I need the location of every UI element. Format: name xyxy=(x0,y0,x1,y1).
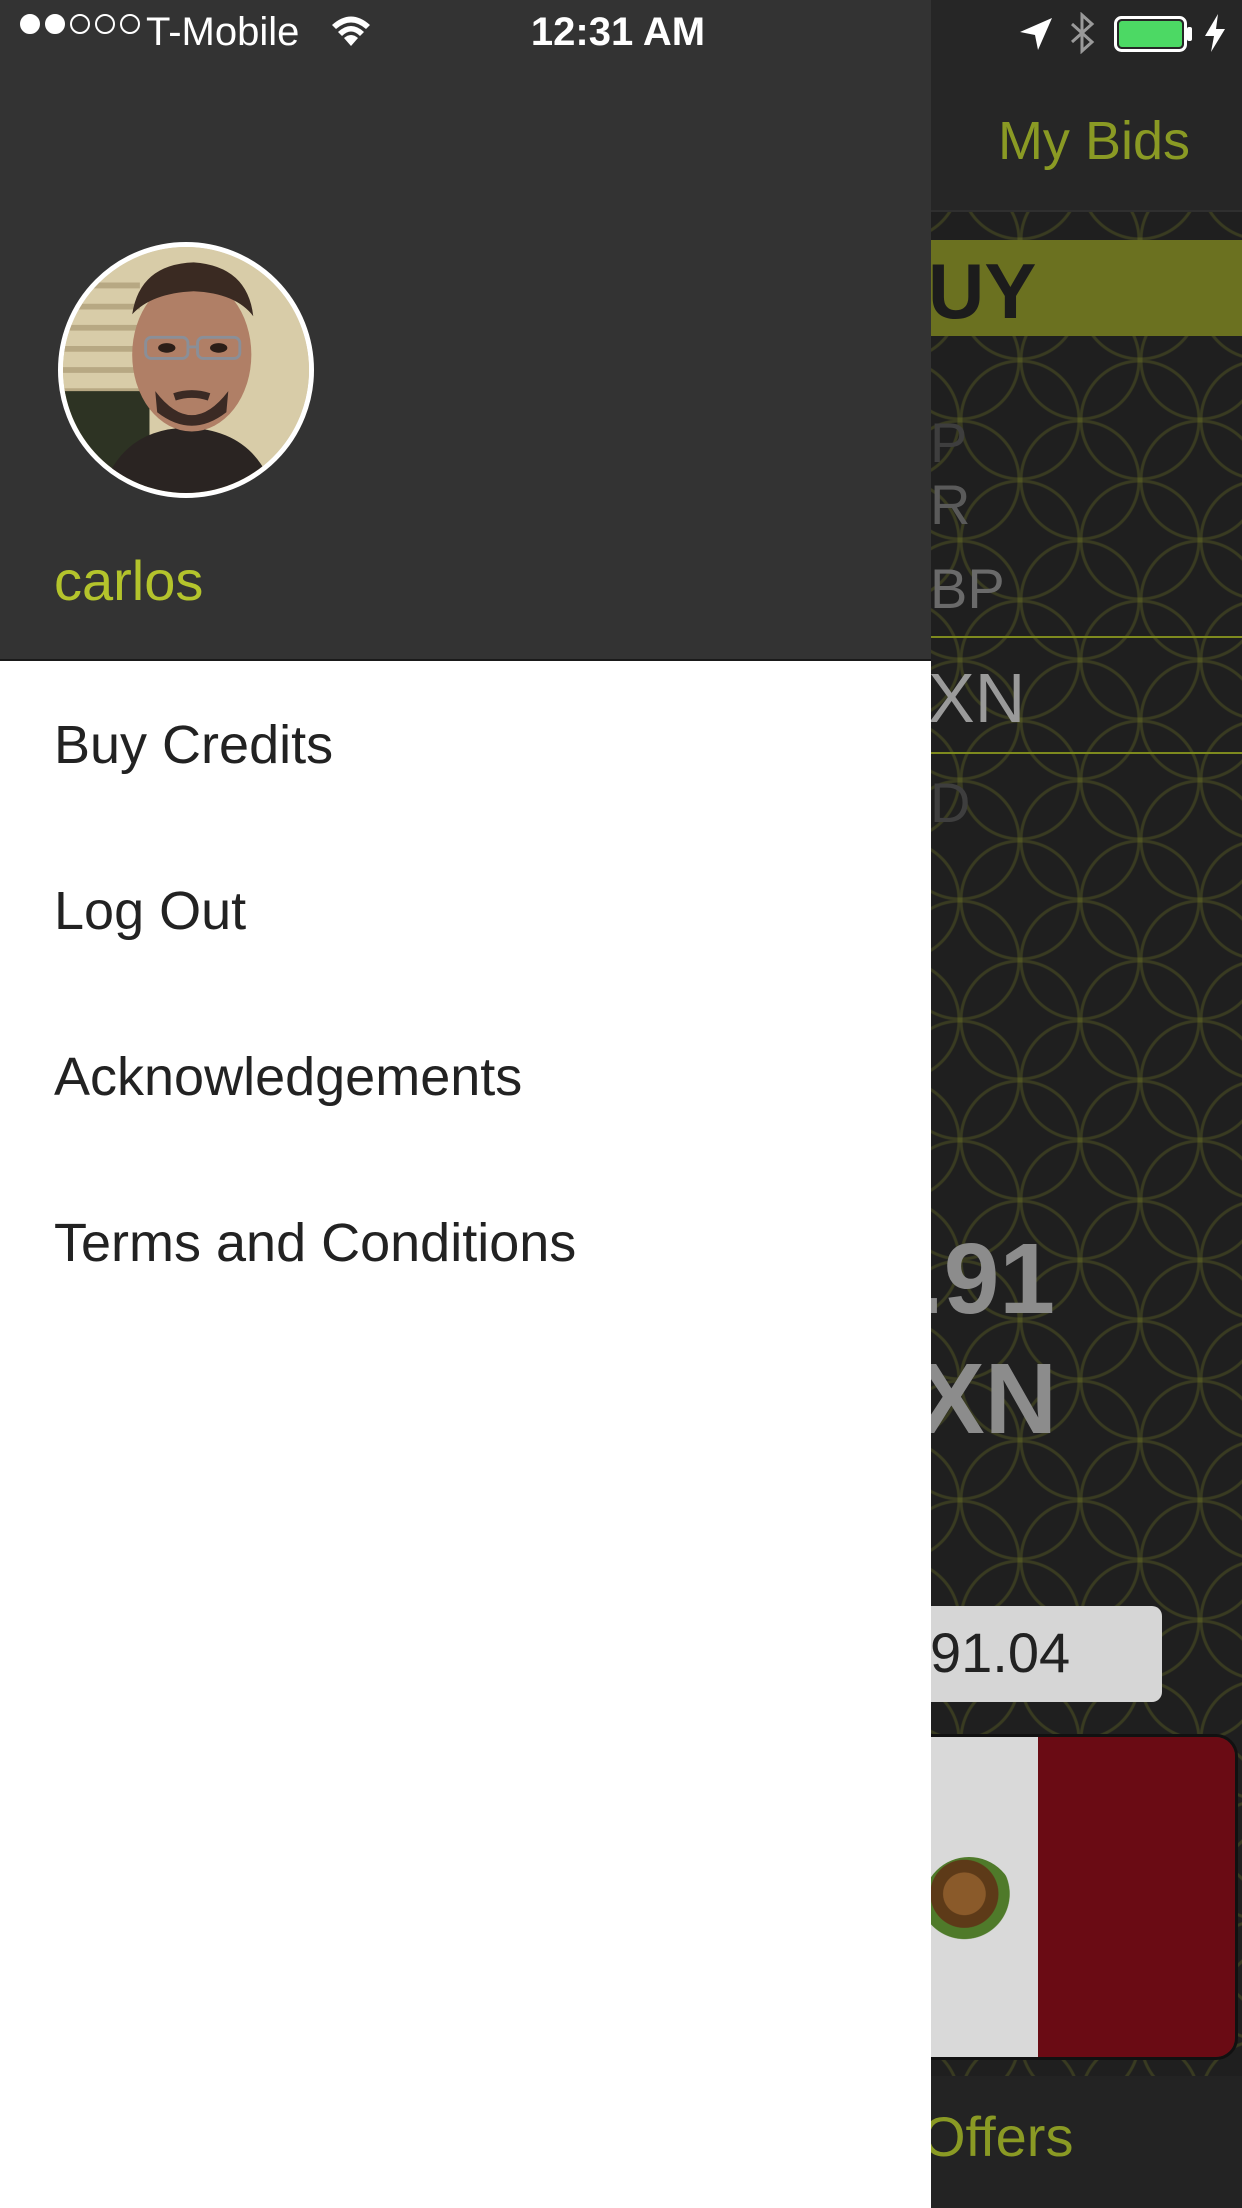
user-photo-icon xyxy=(63,247,309,493)
currency-option[interactable]: P xyxy=(930,410,967,475)
currency-option-selected[interactable]: XN xyxy=(928,658,1025,738)
status-bar: T-Mobile 12:31 AM xyxy=(0,0,1242,66)
wifi-icon xyxy=(332,16,370,46)
my-bids-button[interactable]: My Bids xyxy=(998,110,1190,172)
menu-item-log-out[interactable]: Log Out xyxy=(0,828,931,994)
eagle-emblem-icon xyxy=(923,1857,1015,1949)
signal-dot xyxy=(70,14,90,34)
exchange-rate-value: .91 xyxy=(916,1223,1056,1335)
amount-value: 91.04 xyxy=(930,1621,1071,1684)
mexico-flag-icon xyxy=(900,1734,1238,2060)
exchange-rate-unit: XN xyxy=(918,1343,1057,1455)
menu-item-terms-and-conditions[interactable]: Terms and Conditions xyxy=(0,1160,931,1326)
currency-option[interactable]: D xyxy=(930,770,970,835)
avatar[interactable] xyxy=(58,242,314,498)
menu-item-acknowledgements[interactable]: Acknowledgements xyxy=(0,994,931,1160)
screen: My Bids UY P R BP XN D .91 XN 91.04 Offe… xyxy=(0,0,1242,2208)
currency-option[interactable]: R xyxy=(930,472,970,537)
signal-dot xyxy=(120,14,140,34)
offers-tab[interactable]: Offers xyxy=(922,2104,1073,2169)
username: carlos xyxy=(54,549,204,612)
drawer-header: carlos xyxy=(0,0,931,661)
location-icon xyxy=(1020,18,1052,50)
charging-icon xyxy=(1205,14,1225,52)
signal-strength-icon xyxy=(20,14,140,34)
side-drawer: carlos Buy Credits Log Out Acknowledgeme… xyxy=(0,0,931,2208)
carrier-name: T-Mobile xyxy=(146,10,300,54)
menu-item-buy-credits[interactable]: Buy Credits xyxy=(0,662,931,828)
currency-option[interactable]: BP xyxy=(930,556,1005,621)
buy-banner-text: UY xyxy=(928,247,1037,335)
signal-dot xyxy=(20,14,40,34)
bluetooth-icon xyxy=(1070,12,1095,54)
battery-icon xyxy=(1114,16,1192,52)
signal-dot xyxy=(45,14,65,34)
signal-dot xyxy=(95,14,115,34)
clock-time: 12:31 AM xyxy=(530,10,706,54)
